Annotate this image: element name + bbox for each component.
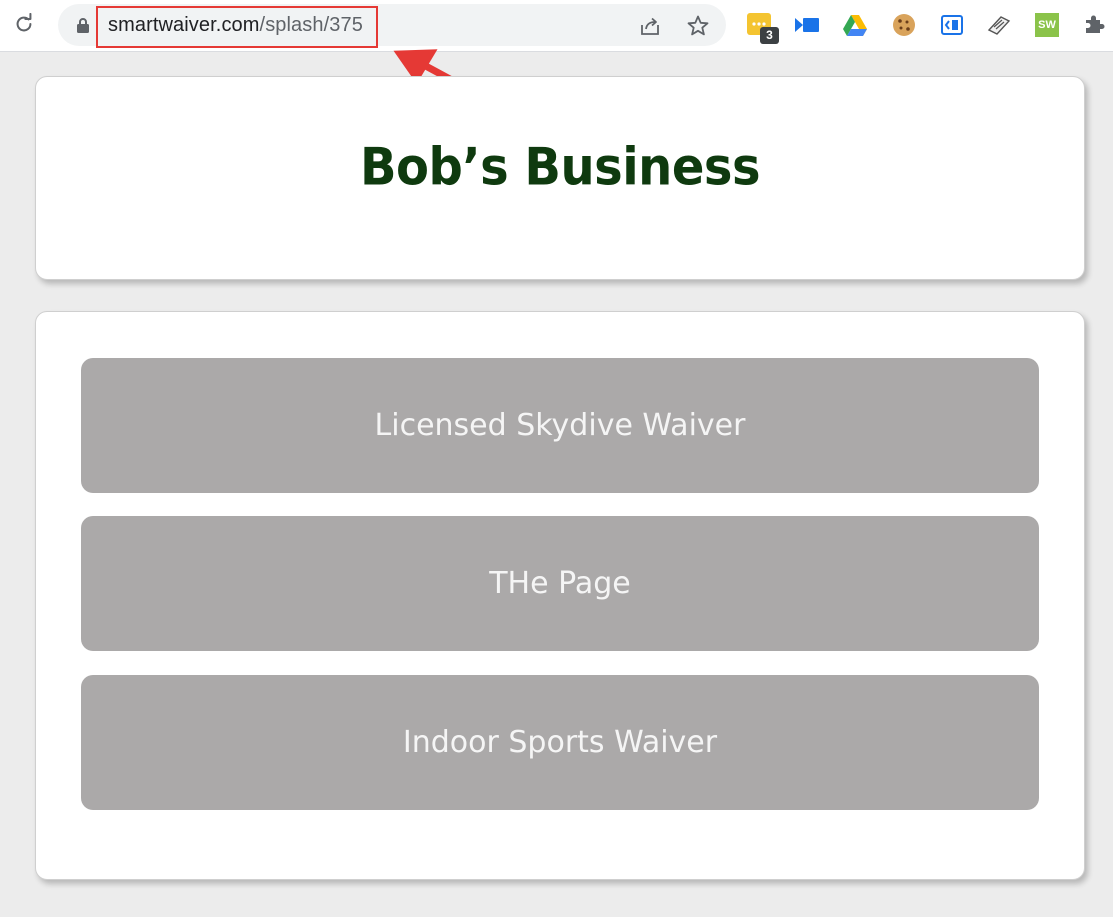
extension-badge: 3 (760, 27, 779, 44)
cookie-extension-icon[interactable] (891, 12, 917, 38)
puzzle-extensions-icon[interactable] (1082, 12, 1108, 38)
lock-icon[interactable] (76, 17, 90, 33)
business-logo: Bob’s Business (359, 136, 761, 198)
waiver-list-card: Licensed Skydive Waiver THe Page Indoor … (35, 311, 1085, 880)
bookmark-star-icon[interactable] (686, 14, 710, 38)
header-card: Bob’s Business (35, 76, 1085, 280)
smartwaiver-extension-icon[interactable]: SW (1035, 13, 1059, 37)
reload-icon[interactable] (10, 10, 38, 38)
code-extension-icon[interactable] (939, 12, 965, 38)
url-domain: smartwaiver.com (108, 14, 260, 36)
waiver-button-the-page[interactable]: THe Page (81, 516, 1039, 651)
url-text[interactable]: smartwaiver.com/splash/375 (108, 14, 363, 37)
share-icon[interactable] (638, 14, 662, 38)
video-extension-icon[interactable] (794, 12, 820, 38)
waiver-button-licensed-skydive[interactable]: Licensed Skydive Waiver (81, 358, 1039, 493)
url-path: /splash/375 (259, 14, 363, 36)
bookmark-manager-icon[interactable] (986, 12, 1012, 38)
drive-extension-icon[interactable] (842, 12, 868, 38)
waiver-button-indoor-sports[interactable]: Indoor Sports Waiver (81, 675, 1039, 810)
